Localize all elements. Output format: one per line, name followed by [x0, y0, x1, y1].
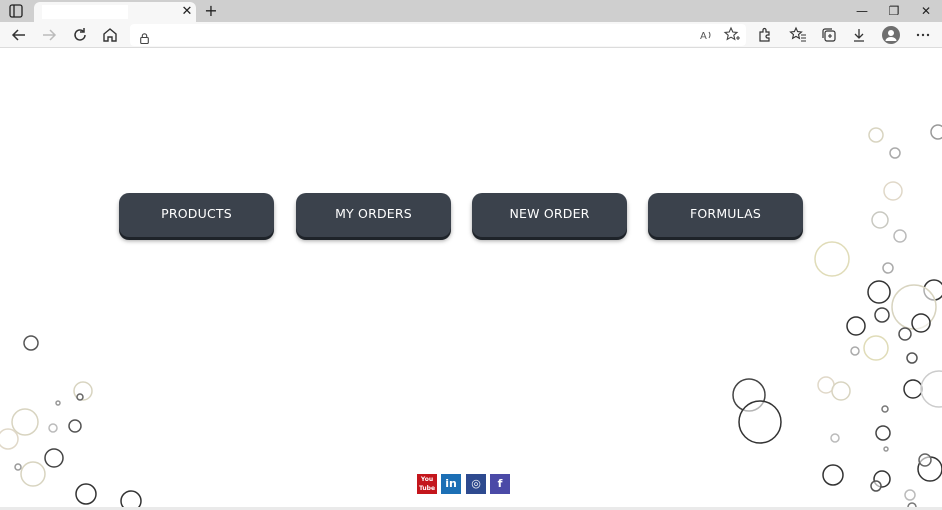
bubbles-background-decoration — [0, 124, 942, 510]
minimize-button[interactable]: — — [848, 1, 876, 21]
tab-strip: ✕ + — ❐ ✕ — [0, 0, 942, 22]
more-options-icon[interactable] — [914, 26, 932, 44]
new-tab-button[interactable]: + — [202, 2, 220, 20]
refresh-icon[interactable] — [70, 25, 90, 45]
tab-close-icon[interactable]: ✕ — [180, 4, 194, 20]
tab-actions-icon[interactable] — [8, 3, 24, 19]
lock-icon[interactable] — [140, 29, 149, 45]
downloads-icon[interactable] — [850, 26, 868, 44]
forward-icon[interactable] — [39, 25, 59, 45]
collections-icon[interactable] — [820, 26, 838, 44]
products-button[interactable]: PRODUCTS — [119, 193, 274, 237]
back-icon[interactable] — [9, 25, 29, 45]
close-window-button[interactable]: ✕ — [912, 1, 940, 21]
browser-tab-active[interactable]: ✕ — [34, 2, 196, 22]
my-orders-button[interactable]: MY ORDERS — [296, 193, 451, 237]
profile-avatar[interactable] — [882, 26, 900, 44]
page-content: PRODUCTS MY ORDERS NEW ORDER FORMULAS Yo… — [0, 49, 942, 510]
tab-title — [42, 5, 128, 19]
add-favorite-icon[interactable] — [723, 26, 741, 44]
favorites-icon[interactable] — [789, 26, 807, 44]
new-order-button[interactable]: NEW ORDER — [472, 193, 627, 237]
instagram-icon[interactable]: ◎ — [466, 474, 486, 494]
home-icon[interactable] — [100, 25, 120, 45]
youtube-icon[interactable]: You Tube — [417, 474, 437, 494]
browser-window: ✕ + — ❐ ✕ A PRODUCTS MY ORDERS NEW ORDER… — [0, 0, 942, 510]
facebook-icon[interactable]: f — [490, 474, 510, 494]
extensions-icon[interactable] — [756, 26, 774, 44]
address-bar[interactable]: A — [130, 24, 746, 46]
restore-button[interactable]: ❐ — [880, 1, 908, 21]
svg-text:A: A — [700, 31, 707, 42]
read-aloud-icon[interactable]: A — [698, 26, 716, 44]
linkedin-icon[interactable]: in — [441, 474, 461, 494]
formulas-button[interactable]: FORMULAS — [648, 193, 803, 237]
browser-toolbar: A — [0, 22, 942, 48]
